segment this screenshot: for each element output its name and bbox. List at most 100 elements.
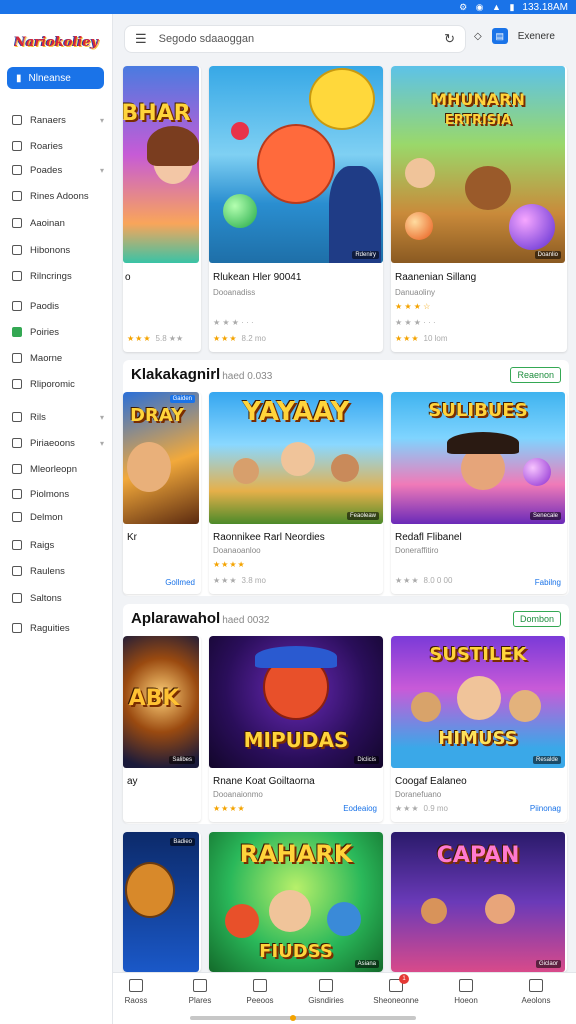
sidebar-primary-button[interactable]: ▮ Nlneanse <box>7 67 104 89</box>
section-more-button[interactable]: Dombon <box>512 611 561 627</box>
character-face <box>405 158 435 188</box>
sidebar-item[interactable]: Raigs <box>12 536 108 554</box>
sidebar-item-label: Ranaers <box>30 114 66 126</box>
card-link[interactable]: Gollmed <box>165 578 195 587</box>
cover-subtitle: HIMUSS <box>438 728 518 750</box>
image-icon <box>12 623 22 633</box>
sidebar-item[interactable]: Rliporomic <box>12 375 108 393</box>
game-card[interactable]: YAYAAY Feaoleaw Raonnikee Rarl Neordies … <box>209 392 383 594</box>
sidebar-item[interactable]: Piolmons <box>12 485 108 503</box>
nav-item[interactable]: Peeoos <box>229 979 291 1005</box>
game-card[interactable]: RAHARK FIUDSS Asiana <box>209 832 383 972</box>
featured-card-3[interactable]: MHUNARN ERTRISIA Doanlio Raanenian Silla… <box>391 66 567 352</box>
character-face <box>465 166 511 210</box>
card-meta: ★ ★ ★ · · · <box>395 318 436 327</box>
game-cover: Badieo <box>123 832 199 972</box>
sidebar-item[interactable]: Raulens <box>12 562 108 580</box>
sidebar-item[interactable]: Hibonons <box>12 241 108 259</box>
card-link[interactable]: Fabilng <box>535 578 561 587</box>
house-icon <box>193 979 207 992</box>
cover-title: BHAR <box>123 101 191 127</box>
folder-icon <box>12 141 22 151</box>
nav-item[interactable]: Hoeon <box>435 979 497 1005</box>
search-bar[interactable]: ☰ Segodo sdaaoggan ↻ <box>124 25 466 53</box>
sidebar-item[interactable]: Roaries <box>12 137 108 155</box>
sidebar-item[interactable]: Rils ▾ <box>12 408 108 426</box>
sidebar-item-label: Piriaeoons <box>30 437 75 449</box>
chevron-down-icon: ▾ <box>99 165 104 175</box>
nav-item[interactable]: Plares <box>169 979 231 1005</box>
card-stars: ★★★★ <box>213 560 246 569</box>
card-rating: ★★★ 5.8 ★★ <box>127 334 184 343</box>
sidebar-item[interactable]: Aaoinan <box>12 214 108 232</box>
sidebar-item[interactable]: Mleorleopn <box>12 460 108 478</box>
game-card[interactable]: MIPUDAS Diclicis Rnane Koat Goiltaorna D… <box>209 636 383 822</box>
nav-item[interactable]: Raoss <box>105 979 167 1005</box>
game-cover: RAHARK FIUDSS Asiana <box>209 832 383 972</box>
grid-icon <box>12 191 22 201</box>
sidebar-primary-label: Nlneanse <box>28 72 71 84</box>
sidebar-item-label: Raulens <box>30 565 65 577</box>
refresh-icon <box>12 566 22 576</box>
sidebar-item[interactable]: Maorne <box>12 349 108 367</box>
sidebar-item[interactable]: Saltons <box>12 589 108 607</box>
people-icon <box>319 979 333 992</box>
card-rating: ★★★ 8.2 mo <box>213 334 266 343</box>
game-card[interactable]: SULIBUES Senecale Redafl Flibanel Donera… <box>391 392 567 594</box>
header-action-label[interactable]: Exenere <box>518 31 555 42</box>
header-actions: ◇ ▤ Exenere <box>474 28 555 44</box>
game-cover: DRAY Gaiden <box>123 392 199 524</box>
game-card[interactable]: DRAY Gaiden Kr Gollmed <box>123 392 201 594</box>
featured-card-2[interactable]: Rdeniry Rlukean Hler 90041 Dooanadiss ★ … <box>209 66 383 352</box>
card-link[interactable]: Piinonag <box>530 804 561 813</box>
card-rating: ★★★ 10 lom <box>395 334 448 343</box>
menu-icon[interactable]: ☰ <box>135 31 147 47</box>
sidebar-item[interactable]: Ranaers ▾ <box>12 111 108 129</box>
pen-icon <box>12 593 22 603</box>
nav-item[interactable]: Gisndiries <box>295 979 357 1005</box>
sidebar-item[interactable]: Poades ▾ <box>12 161 108 179</box>
game-card[interactable]: SUSTILEK HIMUSS Resalde Coogaf Ealaneo D… <box>391 636 567 822</box>
featured-section: BHAR o ★★★ 5.8 ★★ Rdeniry Rlukean Hler 90… <box>123 62 569 352</box>
list-icon <box>12 218 22 228</box>
doc-icon <box>12 489 22 499</box>
sidebar-item[interactable]: Raguities <box>12 619 108 637</box>
sidebar-item[interactable]: Rilncrings <box>12 267 108 285</box>
sidebar-item[interactable]: Piriaeoons ▾ <box>12 434 108 452</box>
card-subtitle: Dooanadiss <box>213 288 256 297</box>
sidebar-item[interactable]: Rines Adoons <box>12 187 108 205</box>
cover-title: SULIBUES <box>428 399 528 421</box>
refresh-icon[interactable]: ↻ <box>444 31 455 47</box>
nav-item[interactable]: Aeolons <box>505 979 567 1005</box>
search-input[interactable]: Segodo sdaaoggan <box>159 33 254 45</box>
main-content: BHAR o ★★★ 5.8 ★★ Rdeniry Rlukean Hler 90… <box>113 62 576 972</box>
game-card[interactable]: Badieo <box>123 832 201 972</box>
home-icon <box>129 979 143 992</box>
card-title: Raanenian Sillang <box>395 272 477 283</box>
list-icon <box>12 464 22 474</box>
cover-tag: Rdeniry <box>352 251 379 259</box>
card-link[interactable]: Eodeaiog <box>343 804 377 813</box>
featured-card-1[interactable]: BHAR o ★★★ 5.8 ★★ <box>123 66 201 352</box>
section-more-button[interactable]: Reaenon <box>510 367 561 383</box>
sidebar-item[interactable]: Paodis <box>12 297 108 315</box>
game-cover: MHUNARN ERTRISIA Doanlio <box>391 66 565 263</box>
gem-icon <box>223 194 257 228</box>
nav-item[interactable]: 1 Sheoneonne <box>365 974 427 1005</box>
cover-tag: Resalde <box>532 756 561 764</box>
profile-icon[interactable]: ▤ <box>491 28 508 44</box>
card-title: Raonnikee Rarl Neordies <box>213 532 325 543</box>
filter-icon[interactable]: ◇ <box>474 31 482 42</box>
game-card[interactable]: ABK Salibes ay <box>123 636 201 822</box>
nav-item-label: Peeoos <box>246 996 274 1005</box>
category-section-1: Klakakagnirl haed 0.033 Reaenon DRAY Gaid… <box>123 360 569 596</box>
sidebar-item[interactable]: Delmon <box>12 508 108 526</box>
game-card[interactable]: CAPAN Giclaor <box>391 832 567 972</box>
game-cover: MIPUDAS Diclicis <box>209 636 383 768</box>
app-logo[interactable]: Nariokoliey <box>14 24 102 62</box>
card-title: Kr <box>127 532 137 543</box>
game-cover: SUSTILEK HIMUSS Resalde <box>391 636 565 768</box>
sidebar-item[interactable]: Poiries <box>12 323 108 341</box>
cover-tag: Diclicis <box>354 756 379 764</box>
nav-item-label: Plares <box>188 996 212 1005</box>
